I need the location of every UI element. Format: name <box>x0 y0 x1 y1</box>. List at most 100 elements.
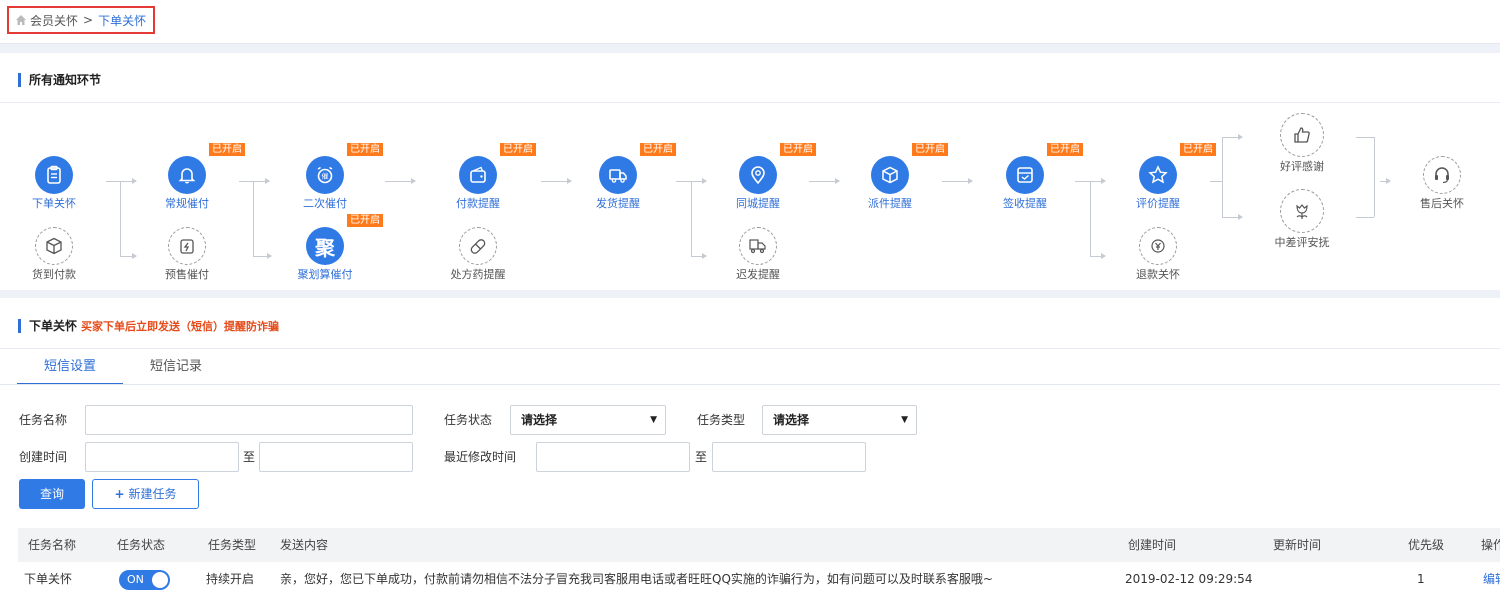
second-remind-icon-circle: 催 已开启 <box>306 143 383 194</box>
col-task-type[interactable]: 任务类型 <box>208 528 256 562</box>
created-end-input[interactable] <box>259 442 413 472</box>
detail-hint: 买家下单后立即发送（短信）提醒防诈骗 <box>81 320 280 333</box>
flow-title: 所有通知环节 <box>18 73 101 87</box>
location-pin-icon <box>751 166 765 185</box>
col-updated[interactable]: 更新时间 <box>1273 528 1321 562</box>
cell-task-name: 下单关怀 <box>24 572 73 586</box>
task-status-select[interactable]: 请选择 ▼ <box>510 405 666 435</box>
enabled-badge: 已开启 <box>640 143 676 156</box>
flow-node-label: 签收提醒 <box>1003 197 1047 210</box>
task-name-input[interactable] <box>85 405 413 435</box>
flow-node-cod[interactable]: 货到付款 <box>14 227 94 282</box>
flow-branch-line <box>120 181 121 256</box>
enabled-badge: 已开启 <box>500 143 536 156</box>
flow-node-shipping[interactable]: 已开启 发货提醒 <box>578 143 676 211</box>
cod-icon-circle <box>35 227 73 265</box>
flow-arrow <box>1380 178 1391 184</box>
good-review-icon-circle <box>1280 113 1324 157</box>
flow-arrow <box>691 253 707 259</box>
box-icon <box>46 237 62 255</box>
detail-title: 下单关怀 买家下单后立即发送（短信）提醒防诈骗 <box>18 319 279 333</box>
flow-node-order-care[interactable]: 下单关怀 <box>14 156 94 211</box>
flow-node-presale-remind[interactable]: 预售催付 <box>147 227 227 282</box>
flow-node-sign[interactable]: 已开启 签收提醒 <box>985 143 1083 211</box>
pill-icon <box>470 239 486 254</box>
alarm-clock-icon: 催 <box>317 166 333 184</box>
detail-title-text: 下单关怀 <box>29 319 78 333</box>
flow-node-label: 中差评安抚 <box>1274 236 1330 249</box>
task-type-select[interactable]: 请选择 ▼ <box>762 405 917 435</box>
tab-sms-settings[interactable]: 短信设置 <box>17 353 124 385</box>
col-priority[interactable]: 优先级 <box>1408 528 1444 562</box>
created-to-label: 至 <box>243 450 256 464</box>
modified-start-input[interactable] <box>536 442 690 472</box>
cell-created: 2019-02-12 09:29:54 <box>1125 572 1253 586</box>
bad-review-icon-circle <box>1280 189 1324 233</box>
refund-yuan-icon <box>1151 239 1165 253</box>
flow-arrow <box>942 178 973 184</box>
new-task-label: 新建任务 <box>128 487 177 501</box>
created-time-label: 创建时间 <box>19 450 68 464</box>
flow-node-label: 付款提醒 <box>456 197 500 210</box>
col-task-name[interactable]: 任务名称 <box>28 528 76 562</box>
flow-node-juhs-remind[interactable]: 聚 已开启 聚划算催付 <box>285 214 383 282</box>
col-ops[interactable]: 操作 <box>1481 528 1500 562</box>
col-content[interactable]: 发送内容 <box>280 528 328 562</box>
table-row: 下单关怀 ON 持续开启 亲，您好，您已下单成功，付款前请勿相信不法分子冒充我司… <box>18 562 1500 596</box>
flow-node-good-review[interactable]: 好评感谢 <box>1262 113 1342 174</box>
created-start-input[interactable] <box>85 442 239 472</box>
modified-end-input[interactable] <box>712 442 866 472</box>
flow-node-second-remind[interactable]: 催 已开启 二次催付 <box>285 143 383 211</box>
flow-node-after-sale[interactable]: 售后关怀 <box>1402 156 1482 211</box>
cell-content: 亲，您好，您已下单成功，付款前请勿相信不法分子冒充我司客服用电话或者旺旺QQ实施… <box>280 572 993 586</box>
flow-node-delay[interactable]: 迟发提醒 <box>718 227 798 282</box>
dispatch-icon-circle: 已开启 <box>871 143 948 194</box>
tab-sms-records[interactable]: 短信记录 <box>123 353 229 385</box>
query-button[interactable]: 查询 <box>19 479 85 509</box>
flow-node-label: 聚划算催付 <box>297 268 353 281</box>
flow-node-dispatch[interactable]: 已开启 派件提醒 <box>850 143 948 211</box>
star-icon <box>1148 165 1168 184</box>
breadcrumb: 会员关怀 > 下单关怀 <box>7 6 156 34</box>
col-created[interactable]: 创建时间 <box>1128 528 1176 562</box>
review-icon-circle: 已开启 <box>1139 143 1216 194</box>
refund-icon-circle <box>1139 227 1177 265</box>
caret-down-icon: ▼ <box>901 415 908 425</box>
flow-node-review[interactable]: 已开启 评价提醒 <box>1118 143 1216 211</box>
truck-icon <box>609 169 627 183</box>
status-toggle[interactable]: ON <box>119 570 170 590</box>
enabled-badge: 已开启 <box>347 143 383 156</box>
flow-node-bad-review[interactable]: 中差评安抚 <box>1262 189 1342 250</box>
col-task-status[interactable]: 任务状态 <box>117 528 165 562</box>
flow-node-payment[interactable]: 已开启 付款提醒 <box>438 143 536 211</box>
flow-arrow <box>253 253 272 259</box>
flow-node-prescription[interactable]: 处方药提醒 <box>438 227 518 282</box>
breadcrumb-parent[interactable]: 会员关怀 <box>30 12 78 29</box>
flow-arrow <box>385 178 416 184</box>
flow-branch-line <box>1222 137 1223 217</box>
edit-link[interactable]: 编辑 <box>1483 562 1500 596</box>
task-status-value: 请选择 <box>521 413 558 427</box>
flow-node-regular-remind[interactable]: 已开启 常规催付 <box>147 143 245 211</box>
cell-task-type: 持续开启 <box>206 572 255 586</box>
modified-to-label: 至 <box>695 450 708 464</box>
enabled-badge: 已开启 <box>347 214 383 227</box>
juhs-remind-icon-circle: 聚 已开启 <box>306 214 383 265</box>
task-status-label: 任务状态 <box>444 413 493 427</box>
modified-time-label: 最近修改时间 <box>444 450 517 464</box>
prescription-icon-circle <box>459 227 497 265</box>
new-task-button[interactable]: + 新建任务 <box>92 479 199 509</box>
flow-branch-line <box>1374 137 1375 217</box>
detail-divider <box>0 348 1500 349</box>
breadcrumb-bar: 会员关怀 > 下单关怀 <box>0 0 1500 44</box>
toggle-knob <box>152 572 168 588</box>
after-sale-icon-circle <box>1423 156 1461 194</box>
flow-node-refund[interactable]: 退款关怀 <box>1118 227 1198 282</box>
flow-arrow <box>106 178 137 184</box>
flow-panel: 所有通知环节 下单关怀 货到付款 已开启 常规催付 预售催付 催 已开启 二次催… <box>0 53 1500 290</box>
enabled-badge: 已开启 <box>209 143 245 156</box>
home-icon[interactable] <box>15 14 27 26</box>
cell-priority: 1 <box>1417 572 1425 586</box>
flow-node-same-city[interactable]: 已开启 同城提醒 <box>718 143 816 211</box>
enabled-badge: 已开启 <box>1180 143 1216 156</box>
